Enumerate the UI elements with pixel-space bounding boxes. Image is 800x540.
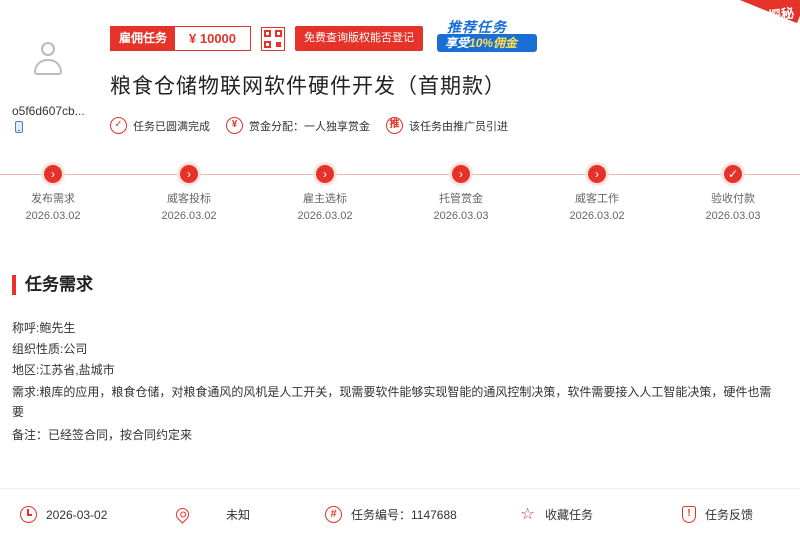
corner-ribbon-label: 探秘: [767, 5, 796, 24]
step-name: 威客工作: [575, 193, 619, 205]
footer-task-no-text: 任务编号：1147688: [351, 508, 457, 522]
req-contact: 称呼:鲍先生: [12, 321, 76, 335]
promo-line2-highlight: 10%佣金: [469, 36, 518, 50]
copyright-query-button[interactable]: 免费查询版权能否登记: [295, 26, 424, 51]
task-feedback-label: 任务反馈: [705, 508, 754, 522]
promote-circle-icon: 推: [386, 117, 403, 134]
meta-reward-split-text: 赏金分配：一人独享赏金: [249, 120, 370, 133]
step-date: 2026.03.02: [297, 210, 353, 222]
hire-task-label: 雇佣任务: [111, 27, 176, 50]
location-pin-icon: [173, 505, 192, 524]
req-need: 需求:粮库的应用，粮食仓储，对粮食通风的风机是人工开关，现需要软件能够实现智能的…: [12, 385, 772, 419]
step-name: 发布需求: [31, 193, 75, 205]
req-org: 组织性质:公司: [12, 342, 88, 356]
qrcode-icon[interactable]: [261, 26, 286, 51]
step-arrow-icon: ›: [180, 165, 198, 183]
footer-date-text: 2026-03-02: [46, 507, 108, 522]
meta-promoter: 推 该任务由推广员引进: [386, 117, 508, 134]
task-footer: 2026-03-02 未知 # 任务编号：1147688 ☆ 收藏任务 ! 任务…: [0, 488, 800, 540]
step-bid: › 威客投标 2026.03.02: [129, 165, 249, 222]
footer-location: 未知: [173, 505, 251, 524]
step-publish: › 发布需求 2026.03.02: [0, 165, 113, 222]
step-accept: ✓ 验收付款 2026.03.03: [673, 165, 793, 222]
step-arrow-icon: ›: [316, 165, 334, 183]
promo-line2-prefix: 享受: [445, 36, 470, 50]
task-feedback-button[interactable]: ! 任务反馈: [682, 506, 753, 523]
corner-ribbon[interactable]: 探秘: [720, 0, 800, 40]
footer-task-no: # 任务编号：1147688: [325, 506, 457, 523]
meta-promoter-text: 该任务由推广员引进: [409, 120, 508, 133]
step-arrow-icon: ›: [588, 165, 606, 183]
meta-completed: ✓ 任务已圆满完成: [110, 117, 210, 134]
avatar-icon[interactable]: [28, 40, 68, 80]
footer-location-text: 未知: [226, 508, 251, 522]
step-name: 托管赏金: [439, 193, 483, 205]
promo-line2: 享受10%佣金: [437, 34, 537, 52]
step-select: › 雇主选标 2026.03.02: [265, 165, 385, 222]
shield-alert-icon: !: [682, 506, 696, 523]
step-date: 2026.03.02: [25, 210, 81, 222]
yen-circle-icon: ¥: [226, 117, 243, 134]
hire-task-badge: 雇佣任务 ¥ 10000: [110, 26, 252, 51]
req-region: 地区:江苏省,盐城市: [12, 363, 115, 377]
step-check-icon: ✓: [724, 165, 742, 183]
step-escrow: › 托管赏金 2026.03.03: [401, 165, 521, 222]
meta-reward-split: ¥ 赏金分配：一人独享赏金: [226, 117, 370, 134]
task-title: 粮食仓储物联网软件硬件开发（首期款）: [110, 75, 506, 98]
step-date: 2026.03.03: [433, 210, 489, 222]
favorite-task-label: 收藏任务: [545, 508, 594, 522]
clock-icon: [20, 506, 37, 523]
star-icon: ☆: [520, 506, 535, 523]
step-date: 2026.03.03: [705, 210, 761, 222]
check-circle-icon: ✓: [110, 117, 127, 134]
promo-banner[interactable]: 推荐任务 享受10%佣金: [433, 17, 537, 53]
step-arrow-icon: ›: [452, 165, 470, 183]
user-avatar-column: [0, 40, 96, 80]
step-date: 2026.03.02: [161, 210, 217, 222]
req-remark: 备注：已经签合同，按合同约定来: [12, 428, 193, 442]
step-name: 验收付款: [711, 193, 755, 205]
badge-row: 雇佣任务 ¥ 10000 免费查询版权能否登记: [110, 25, 424, 52]
step-work: › 威客工作 2026.03.02: [537, 165, 657, 222]
step-date: 2026.03.02: [569, 210, 625, 222]
phone-icon: [15, 121, 23, 133]
step-name: 雇主选标: [303, 193, 347, 205]
meta-completed-text: 任务已圆满完成: [133, 120, 210, 133]
section-title: 任务需求: [12, 275, 93, 295]
user-name[interactable]: o5f6d607cb...: [12, 104, 85, 118]
step-arrow-icon: ›: [44, 165, 62, 183]
reward-amount: ¥ 10000: [175, 27, 251, 50]
task-meta-row: ✓ 任务已圆满完成 ¥ 赏金分配：一人独享赏金 推 该任务由推广员引进: [110, 117, 524, 134]
footer-date: 2026-03-02: [20, 506, 107, 523]
favorite-task-button[interactable]: ☆ 收藏任务: [519, 506, 593, 523]
step-name: 威客投标: [167, 193, 211, 205]
hash-icon: #: [325, 506, 342, 523]
